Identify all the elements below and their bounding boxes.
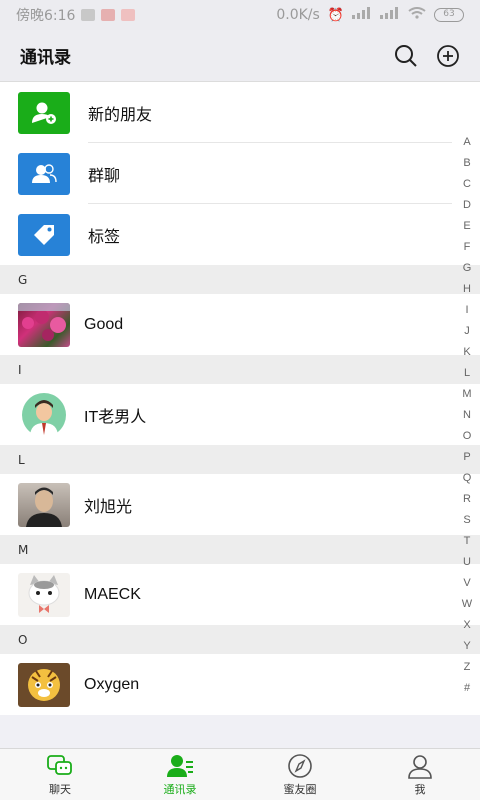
group-chat-label: 群聊 <box>88 165 121 185</box>
tab-chat[interactable]: 聊天 <box>0 749 120 800</box>
photo-man-avatar <box>18 482 70 527</box>
tags-row[interactable]: 标签 <box>0 204 480 265</box>
header: 通讯录 <box>0 30 480 82</box>
contact-name: IT老男人 <box>84 408 147 426</box>
cartoon-man-avatar <box>18 392 70 437</box>
chat-icon <box>46 753 74 779</box>
contact-it-laonanren[interactable]: IT老男人 <box>0 384 480 445</box>
app-notification-icon <box>121 9 136 21</box>
index-letter[interactable]: O <box>463 426 472 447</box>
index-letter[interactable]: N <box>463 405 471 426</box>
tab-contacts-label: 通讯录 <box>163 782 197 796</box>
add-friend-icon <box>18 91 70 134</box>
index-letter[interactable]: V <box>463 573 470 594</box>
index-letter[interactable]: K <box>463 342 470 363</box>
tab-moments-label: 蜜友圈 <box>283 782 317 796</box>
tab-me[interactable]: 我 <box>360 749 480 800</box>
index-letter[interactable]: Q <box>463 468 472 489</box>
index-letter[interactable]: U <box>463 552 471 573</box>
add-icon[interactable] <box>436 44 460 68</box>
profile-icon <box>406 753 434 779</box>
index-letter[interactable]: # <box>464 678 470 699</box>
index-letter[interactable]: D <box>463 195 471 216</box>
contact-liuxuguang[interactable]: 刘旭光 <box>0 474 480 535</box>
section-header-m: M <box>0 535 480 564</box>
contact-good[interactable]: Good <box>0 294 480 355</box>
group-chat-icon <box>18 152 70 195</box>
index-letter[interactable]: P <box>463 447 470 468</box>
tab-moments[interactable]: 蜜友圈 <box>240 749 360 800</box>
bottom-tab-bar: 聊天 通讯录 蜜友圈 我 <box>0 748 480 800</box>
tag-icon <box>18 213 70 256</box>
contact-list: 新的朋友 群聊 标签 G Good I IT老男人 L 刘旭光 M MAECK … <box>0 82 480 715</box>
flowers-avatar <box>18 302 70 347</box>
section-header-g: G <box>0 265 480 294</box>
section-header-o: O <box>0 625 480 654</box>
index-letter[interactable]: F <box>464 237 471 258</box>
notification-icon <box>81 9 96 21</box>
wifi-icon <box>408 7 426 23</box>
status-bar: 傍晚6:16 0.0K/s ⏰ 63 <box>0 0 480 30</box>
new-friends-row[interactable]: 新的朋友 <box>0 82 480 143</box>
signal-icon-2 <box>380 7 400 23</box>
contact-name: Oxygen <box>84 675 140 693</box>
index-letter[interactable]: C <box>463 174 471 195</box>
index-letter[interactable]: M <box>462 384 471 405</box>
contact-maeck[interactable]: MAECK <box>0 564 480 625</box>
tiger-avatar <box>18 662 70 707</box>
index-letter[interactable]: G <box>463 258 472 279</box>
index-letter[interactable]: T <box>464 531 471 552</box>
contacts-icon <box>166 753 194 779</box>
page-title: 通讯录 <box>20 48 71 68</box>
alphabet-index[interactable]: A B C D E F G H I J K L M N O P Q R S T U V W X Y Z # <box>459 132 475 699</box>
contact-oxygen[interactable]: Oxygen <box>0 654 480 715</box>
new-friends-label: 新的朋友 <box>88 104 153 124</box>
tab-me-label: 我 <box>414 782 426 796</box>
index-letter[interactable]: E <box>463 216 470 237</box>
compass-icon <box>286 753 314 779</box>
index-letter[interactable]: Y <box>463 636 470 657</box>
contact-name: MAECK <box>84 585 141 603</box>
section-header-l: L <box>0 445 480 474</box>
group-chat-row[interactable]: 群聊 <box>0 143 480 204</box>
battery-indicator: 63 <box>434 8 464 22</box>
tab-contacts[interactable]: 通讯录 <box>120 749 240 800</box>
mail-icon <box>101 9 116 21</box>
cat-avatar <box>18 572 70 617</box>
index-letter[interactable]: W <box>462 594 472 615</box>
index-letter[interactable]: B <box>463 153 470 174</box>
index-letter[interactable]: Z <box>464 657 471 678</box>
network-speed: 0.0K/s <box>276 7 320 23</box>
search-icon[interactable] <box>394 44 418 68</box>
alarm-icon: ⏰ <box>327 7 344 23</box>
index-letter[interactable]: J <box>464 321 470 342</box>
contact-name: 刘旭光 <box>84 498 133 516</box>
section-header-i: I <box>0 355 480 384</box>
index-letter[interactable]: L <box>464 363 470 384</box>
index-letter[interactable]: X <box>463 615 470 636</box>
index-letter[interactable]: S <box>463 510 470 531</box>
index-letter[interactable]: R <box>463 489 471 510</box>
contact-name: Good <box>84 315 124 333</box>
tab-chat-label: 聊天 <box>49 782 71 796</box>
index-letter[interactable]: I <box>465 300 468 321</box>
tags-label: 标签 <box>88 226 121 246</box>
signal-icon <box>352 7 372 23</box>
status-time: 傍晚6:16 <box>16 8 76 24</box>
index-letter[interactable]: A <box>463 132 470 153</box>
index-letter[interactable]: H <box>463 279 471 300</box>
